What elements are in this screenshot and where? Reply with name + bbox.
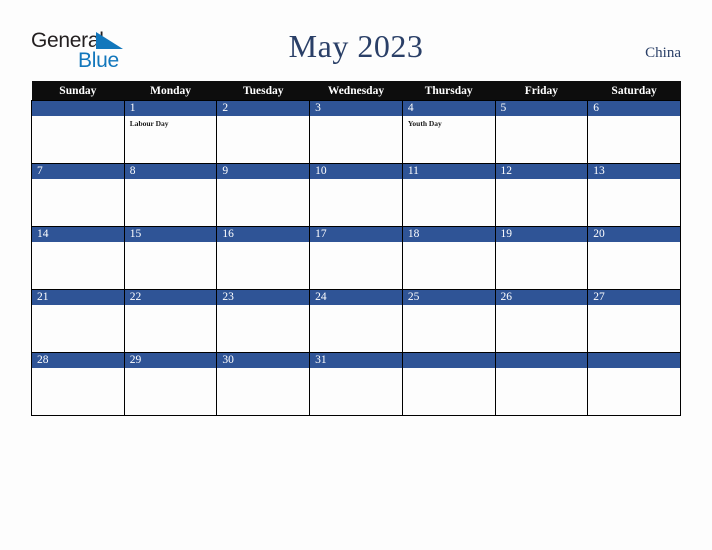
weekday-header-tuesday: Tuesday [216, 81, 310, 101]
day-number: 22 [124, 290, 217, 305]
calendar-day-cell[interactable]: 27 [587, 289, 681, 353]
calendar-day-cell[interactable]: 4 Youth Day [401, 100, 496, 164]
day-events: Labour Day [125, 116, 217, 129]
calendar-table: Sunday Monday Tuesday Wednesday Thursday Frid… [31, 81, 681, 416]
calendar-week-row: 21 22 23 24 25 26 27 [31, 289, 681, 353]
calendar-day-cell[interactable]: 31 [309, 352, 403, 416]
weekday-header-wednesday: Wednesday [309, 81, 403, 101]
day-number: 7 [32, 164, 124, 179]
calendar-day-cell[interactable]: 6 [587, 100, 681, 164]
day-number: 24 [310, 290, 402, 305]
calendar-day-cell[interactable]: 23 [216, 289, 311, 353]
calendar-day-cell[interactable]: 17 [309, 226, 403, 290]
weekday-header-row: Sunday Monday Tuesday Wednesday Thursday Frid… [31, 81, 681, 101]
weekday-header-monday: Monday [124, 81, 217, 101]
day-number: 30 [217, 353, 310, 368]
calendar-day-cell[interactable]: 21 [31, 289, 125, 353]
day-number [588, 353, 680, 368]
holiday-label: Youth Day [407, 119, 442, 128]
day-number [495, 353, 588, 368]
day-number: 15 [124, 227, 217, 242]
day-number: 9 [217, 164, 310, 179]
day-number [402, 353, 495, 368]
calendar-day-cell[interactable]: 12 [494, 163, 589, 227]
weekday-header-sunday: Sunday [31, 81, 125, 101]
calendar-empty-cell [587, 352, 681, 416]
day-number: 13 [588, 164, 680, 179]
calendar-day-cell[interactable]: 29 [123, 352, 218, 416]
calendar-week-row: 7 8 9 10 11 12 13 [31, 163, 681, 227]
day-events: Youth Day [403, 116, 495, 129]
calendar-day-cell[interactable]: 10 [309, 163, 403, 227]
calendar-day-cell[interactable]: 16 [216, 226, 311, 290]
calendar-day-cell[interactable]: 7 [31, 163, 125, 227]
calendar-week-row: 1 Labour Day 2 3 4 Youth Day 5 6 [31, 100, 681, 164]
calendar-day-cell[interactable]: 9 [216, 163, 311, 227]
calendar-day-cell[interactable]: 5 [494, 100, 589, 164]
day-number: 23 [217, 290, 310, 305]
day-number: 16 [217, 227, 310, 242]
day-number: 14 [32, 227, 124, 242]
calendar-header-row: Sunday Monday Tuesday Wednesday Thursday Frid… [31, 81, 681, 101]
day-number: 26 [495, 290, 588, 305]
day-number: 25 [402, 290, 495, 305]
day-number: 27 [588, 290, 680, 305]
day-number: 19 [495, 227, 588, 242]
calendar-day-cell[interactable]: 24 [309, 289, 403, 353]
calendar-week-row: 28 29 30 31 [31, 352, 681, 416]
calendar-day-cell[interactable]: 15 [123, 226, 218, 290]
day-number: 11 [402, 164, 495, 179]
day-number: 18 [402, 227, 495, 242]
country-label: China [645, 45, 681, 61]
calendar-week-row: 14 15 16 17 18 19 20 [31, 226, 681, 290]
day-number: 28 [32, 353, 124, 368]
weekday-header-friday: Friday [495, 81, 588, 101]
weekday-header-thursday: Thursday [402, 81, 496, 101]
calendar-body: 1 Labour Day 2 3 4 Youth Day 5 6 7 8 9 10 11 12 13 14 15… [31, 100, 681, 416]
day-number: 29 [124, 353, 217, 368]
calendar-empty-cell [401, 352, 496, 416]
calendar-day-cell[interactable]: 13 [587, 163, 681, 227]
calendar-day-cell[interactable]: 22 [123, 289, 218, 353]
weekday-header-saturday: Saturday [587, 81, 681, 101]
calendar-day-cell[interactable]: 30 [216, 352, 311, 416]
day-number: 5 [495, 101, 588, 116]
calendar-day-cell[interactable]: 19 [494, 226, 589, 290]
day-number: 8 [124, 164, 217, 179]
calendar-day-cell[interactable]: 25 [401, 289, 496, 353]
calendar-day-cell[interactable]: 3 [309, 100, 403, 164]
day-number: 31 [310, 353, 402, 368]
calendar-day-cell[interactable]: 1 Labour Day [123, 100, 218, 164]
calendar-empty-cell [31, 100, 125, 164]
calendar-day-cell[interactable]: 18 [401, 226, 496, 290]
page-header: General Blue May 2023 China [0, 0, 712, 78]
day-number: 20 [588, 227, 680, 242]
day-number: 12 [495, 164, 588, 179]
calendar-day-cell[interactable]: 28 [31, 352, 125, 416]
calendar-day-cell[interactable]: 11 [401, 163, 496, 227]
calendar-day-cell[interactable]: 14 [31, 226, 125, 290]
calendar-day-cell[interactable]: 20 [587, 226, 681, 290]
day-number: 1 [124, 101, 217, 116]
day-number: 3 [310, 101, 402, 116]
day-number: 6 [588, 101, 680, 116]
day-number: 21 [32, 290, 124, 305]
holiday-label: Labour Day [129, 119, 169, 128]
calendar-day-cell[interactable]: 26 [494, 289, 589, 353]
day-number [32, 101, 124, 116]
day-number: 10 [310, 164, 402, 179]
day-number: 4 [402, 101, 495, 116]
calendar-empty-cell [494, 352, 589, 416]
page-title: May 2023 [288, 28, 424, 64]
calendar-day-cell[interactable]: 2 [216, 100, 311, 164]
calendar-day-cell[interactable]: 8 [123, 163, 218, 227]
day-number: 17 [310, 227, 402, 242]
day-number: 2 [217, 101, 310, 116]
